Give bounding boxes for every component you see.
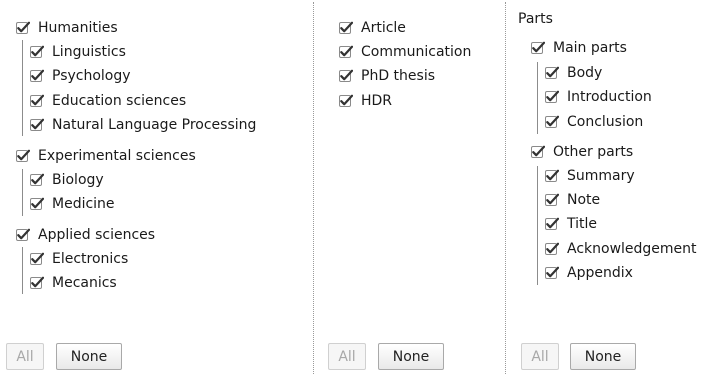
checkbox-conclusion[interactable]: Conclusion xyxy=(545,111,643,133)
checkbox-label: Biology xyxy=(52,172,104,188)
checkbox-humanities[interactable]: Humanities xyxy=(16,17,118,39)
checkbox-checked-icon xyxy=(545,66,559,80)
checkbox-introduction[interactable]: Introduction xyxy=(545,86,652,108)
tree-line xyxy=(537,166,538,285)
checkbox-checked-icon xyxy=(30,69,44,83)
checkbox-checked-icon xyxy=(531,145,545,159)
checkbox-medicine[interactable]: Medicine xyxy=(30,193,115,215)
checkbox-label: Electronics xyxy=(52,251,129,267)
checkbox-acknowledgement[interactable]: Acknowledgement xyxy=(545,238,697,260)
checkbox-label: Experimental sciences xyxy=(38,148,196,164)
checkbox-label: Applied sciences xyxy=(38,227,156,243)
checkbox-checked-icon xyxy=(16,149,30,163)
checkbox-body[interactable]: Body xyxy=(545,62,602,84)
parts-title: Parts xyxy=(518,11,553,27)
checkbox-checked-icon xyxy=(531,41,545,55)
checkbox-hdr[interactable]: HDR xyxy=(339,90,392,112)
checkbox-checked-icon xyxy=(545,193,559,207)
checkbox-label: Education sciences xyxy=(52,93,187,109)
checkbox-checked-icon xyxy=(30,94,44,108)
checkbox-label: Summary xyxy=(567,168,635,184)
checkbox-checked-icon xyxy=(545,115,559,129)
checkbox-label: HDR xyxy=(361,93,393,109)
select-none-button[interactable]: None xyxy=(56,343,122,370)
parts-panel: Parts Main parts Body Introduction Concl… xyxy=(505,0,709,374)
checkbox-applied-sciences[interactable]: Applied sciences xyxy=(16,224,155,246)
checkbox-label: Communication xyxy=(361,44,472,60)
tree-line xyxy=(22,247,23,294)
checkbox-label: Other parts xyxy=(553,144,634,160)
disciplines-panel: Humanities Linguistics Psychology Educat… xyxy=(0,0,313,374)
checkbox-communication[interactable]: Communication xyxy=(339,41,471,63)
checkbox-label: Psychology xyxy=(52,68,131,84)
checkbox-checked-icon xyxy=(545,266,559,280)
checkbox-checked-icon xyxy=(16,228,30,242)
checkbox-checked-icon xyxy=(30,173,44,187)
select-none-button[interactable]: None xyxy=(570,343,636,370)
checkbox-article[interactable]: Article xyxy=(339,17,406,39)
checkbox-appendix[interactable]: Appendix xyxy=(545,262,633,284)
checkbox-phd-thesis[interactable]: PhD thesis xyxy=(339,65,435,87)
checkbox-label: Humanities xyxy=(38,20,118,36)
checkbox-checked-icon xyxy=(339,69,353,83)
checkbox-checked-icon xyxy=(339,21,353,35)
tree-line xyxy=(537,62,538,134)
checkbox-education-sciences[interactable]: Education sciences xyxy=(30,90,186,112)
checkbox-label: Article xyxy=(361,20,406,36)
checkbox-label: Introduction xyxy=(567,89,652,105)
checkbox-nlp[interactable]: Natural Language Processing xyxy=(30,114,256,136)
checkbox-label: PhD thesis xyxy=(361,68,435,84)
checkbox-checked-icon xyxy=(339,45,353,59)
checkbox-checked-icon xyxy=(30,252,44,266)
checkbox-label: Main parts xyxy=(553,40,627,56)
checkbox-checked-icon xyxy=(545,217,559,231)
checkbox-label: Note xyxy=(567,192,601,208)
checkbox-experimental-sciences[interactable]: Experimental sciences xyxy=(16,145,196,167)
checkbox-label: Title xyxy=(567,216,598,232)
checkbox-label: Mecanics xyxy=(52,275,117,291)
checkbox-psychology[interactable]: Psychology xyxy=(30,65,131,87)
checkbox-label: Acknowledgement xyxy=(567,241,697,257)
checkbox-checked-icon xyxy=(16,21,30,35)
checkbox-biology[interactable]: Biology xyxy=(30,169,104,191)
checkbox-title[interactable]: Title xyxy=(545,213,597,235)
checkbox-checked-icon xyxy=(30,118,44,132)
select-all-button[interactable]: All xyxy=(6,343,44,370)
checkbox-checked-icon xyxy=(30,197,44,211)
tree-line xyxy=(22,40,23,136)
select-none-button[interactable]: None xyxy=(378,343,444,370)
checkbox-label: Medicine xyxy=(52,196,115,212)
select-all-button[interactable]: All xyxy=(328,343,366,370)
checkbox-label: Conclusion xyxy=(567,114,644,130)
checkbox-main-parts[interactable]: Main parts xyxy=(531,37,627,59)
checkbox-label: Appendix xyxy=(567,265,633,281)
checkbox-label: Natural Language Processing xyxy=(52,117,257,133)
checkbox-checked-icon xyxy=(30,45,44,59)
checkbox-label: Linguistics xyxy=(52,44,126,60)
checkbox-note[interactable]: Note xyxy=(545,189,600,211)
checkbox-checked-icon xyxy=(545,169,559,183)
checkbox-label: Body xyxy=(567,65,603,81)
checkbox-checked-icon xyxy=(545,90,559,104)
checkbox-linguistics[interactable]: Linguistics xyxy=(30,41,126,63)
checkbox-mecanics[interactable]: Mecanics xyxy=(30,272,117,294)
document-types-panel: Article Communication PhD thesis HDR All… xyxy=(313,0,505,374)
tree-line xyxy=(22,169,23,216)
checkbox-checked-icon xyxy=(339,94,353,108)
checkbox-electronics[interactable]: Electronics xyxy=(30,248,128,270)
select-all-button[interactable]: All xyxy=(521,343,559,370)
checkbox-other-parts[interactable]: Other parts xyxy=(531,141,633,163)
checkbox-checked-icon xyxy=(30,276,44,290)
checkbox-summary[interactable]: Summary xyxy=(545,165,635,187)
checkbox-checked-icon xyxy=(545,242,559,256)
